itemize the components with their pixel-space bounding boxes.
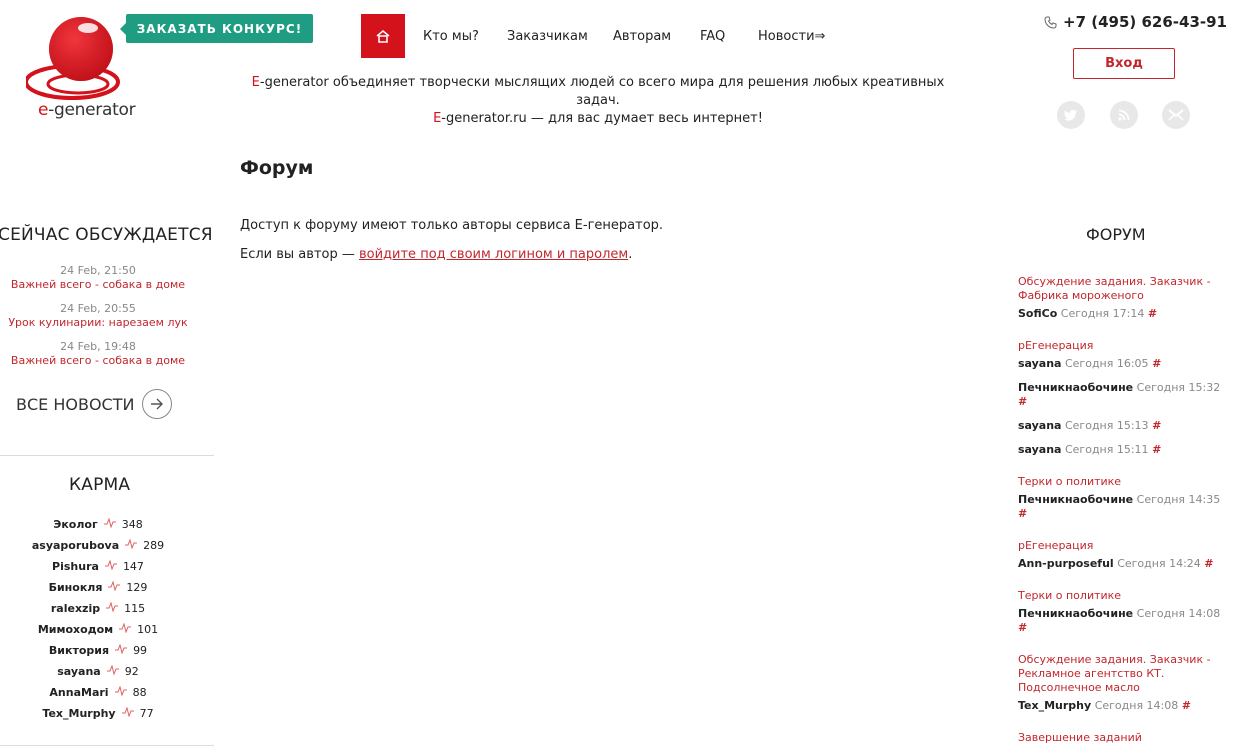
forum-post-user[interactable]: sayana <box>1018 419 1061 432</box>
forum-post-user[interactable]: Печникнаобочине <box>1018 493 1133 506</box>
twitter-icon <box>1064 109 1077 121</box>
pulse-icon <box>115 643 128 657</box>
discussed-date: 24 Feb, 21:50 <box>60 264 136 277</box>
discussed-title: СЕЙЧАС ОБСУЖДАЕТСЯ <box>0 225 213 245</box>
nav-item-customers[interactable]: Заказчикам <box>507 29 588 44</box>
forum-post: sayana Сегодня 15:13 # <box>1018 419 1162 432</box>
rss-icon <box>1118 109 1130 121</box>
forum-post: sayana Сегодня 16:05 # <box>1018 357 1162 370</box>
forum-post-user[interactable]: sayana <box>1018 443 1061 456</box>
forum-topic-link[interactable]: рЕгенерация <box>1018 539 1223 553</box>
forum-topic-link[interactable]: рЕгенерация <box>1018 339 1223 353</box>
logo-wordmark: e-generator <box>38 100 136 120</box>
forum-post: Ann-purposeful Сегодня 14:24 # <box>1018 557 1214 570</box>
forum-post-hash[interactable]: # <box>1018 507 1027 520</box>
forum-post-hash[interactable]: # <box>1152 443 1161 456</box>
all-news-link[interactable]: ВСЕ НОВОСТИ <box>16 389 173 419</box>
order-contest-button[interactable]: ЗАКАЗАТЬ КОНКУРС! <box>120 14 313 43</box>
pulse-icon <box>108 580 121 594</box>
login-button[interactable]: Вход <box>1073 48 1175 79</box>
forum-post: Печникнаобочине Сегодня 14:08 # <box>1018 607 1221 634</box>
phone-icon <box>1044 16 1057 29</box>
arrow-right-icon <box>142 389 173 419</box>
discussed-date: 24 Feb, 20:55 <box>60 302 136 315</box>
forum-title: ФОРУМ <box>1086 225 1146 244</box>
nav-item-news[interactable]: Новости⇒ <box>758 29 825 44</box>
phone-number: +7 (495) 626-43-91 <box>1044 13 1227 31</box>
discussed-date: 24 Feb, 19:48 <box>60 340 136 353</box>
pulse-icon <box>103 517 116 531</box>
pulse-icon <box>114 685 127 699</box>
discussed-link[interactable]: Важней всего - собака в доме <box>0 278 196 292</box>
forum-post-user[interactable]: Tex_Murphy <box>1018 699 1091 712</box>
mail-icon <box>1168 109 1184 121</box>
login-prompt: Если вы автор — войдите под своим логино… <box>240 247 633 262</box>
karma-row[interactable]: Мимоходом 101 <box>0 622 196 636</box>
forum-post: Печникнаобочине Сегодня 14:35 # <box>1018 493 1221 520</box>
discussed-item[interactable]: 24 Feb, 20:55 Урок кулинарии: нарезаем л… <box>0 302 196 330</box>
forum-post-user[interactable]: sayana <box>1018 357 1061 370</box>
forum-topic-link[interactable]: Обсуждение задания. Заказчик - Рекламное… <box>1018 653 1223 695</box>
forum-topic-link[interactable]: Обсуждение задания. Заказчик - Фабрика м… <box>1018 275 1223 303</box>
forum-post: Печникнаобочине Сегодня 15:32 # <box>1018 381 1221 408</box>
phone-text: +7 (495) 626-43-91 <box>1063 13 1227 31</box>
forum-post-hash[interactable]: # <box>1204 557 1213 570</box>
nav-item-faq[interactable]: FAQ <box>700 29 725 44</box>
discussed-item[interactable]: 24 Feb, 19:48 Важней всего - собака в до… <box>0 340 196 368</box>
karma-row[interactable]: Виктория 99 <box>0 643 196 657</box>
forum-post-user[interactable]: Ann-purposeful <box>1018 557 1114 570</box>
all-news-label: ВСЕ НОВОСТИ <box>16 394 135 414</box>
pulse-icon <box>121 706 134 720</box>
forum-post: SofiCo Сегодня 17:14 # <box>1018 307 1158 320</box>
forum-post-hash[interactable]: # <box>1152 419 1161 432</box>
forum-topic-link[interactable]: Терки о политике <box>1018 475 1223 489</box>
discussed-item[interactable]: 24 Feb, 21:50 Важней всего - собака в до… <box>0 264 196 292</box>
karma-row[interactable]: AnnaMari 88 <box>0 685 196 699</box>
karma-row[interactable]: Эколог 348 <box>0 517 196 531</box>
nav-item-about[interactable]: Кто мы? <box>423 29 479 44</box>
tagline: E-generator объединяет творчески мыслящи… <box>251 75 945 126</box>
discussed-link[interactable]: Урок кулинарии: нарезаем лук <box>0 316 196 330</box>
mail-link[interactable] <box>1162 101 1190 129</box>
karma-row[interactable]: Tex_Murphy 77 <box>0 706 196 720</box>
karma-row[interactable]: ralexzip 115 <box>0 601 196 615</box>
forum-post-user[interactable]: SofiCo <box>1018 307 1057 320</box>
forum-post-user[interactable]: Печникнаобочине <box>1018 381 1133 394</box>
nav-item-authors[interactable]: Авторам <box>613 29 671 44</box>
login-link[interactable]: войдите под своим логином и паролем <box>359 247 628 262</box>
pulse-icon <box>119 622 132 636</box>
karma-row[interactable]: asyaporubova 289 <box>0 538 196 552</box>
forum-topic-link[interactable]: Терки о политике <box>1018 589 1223 603</box>
divider <box>0 455 214 456</box>
pulse-icon <box>106 664 119 678</box>
forum-post: sayana Сегодня 15:11 # <box>1018 443 1162 456</box>
pulse-icon <box>125 538 138 552</box>
twitter-link[interactable] <box>1057 101 1085 129</box>
access-note: Доступ к форуму имеют только авторы серв… <box>240 218 664 233</box>
forum-post-hash[interactable]: # <box>1148 307 1157 320</box>
page-title: Форум <box>240 157 314 179</box>
karma-row[interactable]: Pishura 147 <box>0 559 196 573</box>
forum-post-user[interactable]: Печникнаобочине <box>1018 607 1133 620</box>
discussed-link[interactable]: Важней всего - собака в доме <box>0 354 196 368</box>
pulse-icon <box>104 559 117 573</box>
forum-post-hash[interactable]: # <box>1018 395 1027 408</box>
karma-row[interactable]: Бинокля 129 <box>0 580 196 594</box>
home-icon <box>376 30 390 43</box>
karma-row[interactable]: sayana 92 <box>0 664 196 678</box>
nav-home-button[interactable] <box>361 14 405 58</box>
forum-post: Tex_Murphy Сегодня 14:08 # <box>1018 699 1191 712</box>
forum-topic-link[interactable]: Завершение заданий <box>1018 731 1223 745</box>
rss-link[interactable] <box>1110 101 1138 129</box>
karma-title: КАРМА <box>69 475 131 495</box>
forum-post-hash[interactable]: # <box>1152 357 1161 370</box>
forum-post-hash[interactable]: # <box>1018 621 1027 634</box>
pulse-icon <box>106 601 119 615</box>
forum-post-hash[interactable]: # <box>1182 699 1191 712</box>
divider <box>0 745 214 746</box>
